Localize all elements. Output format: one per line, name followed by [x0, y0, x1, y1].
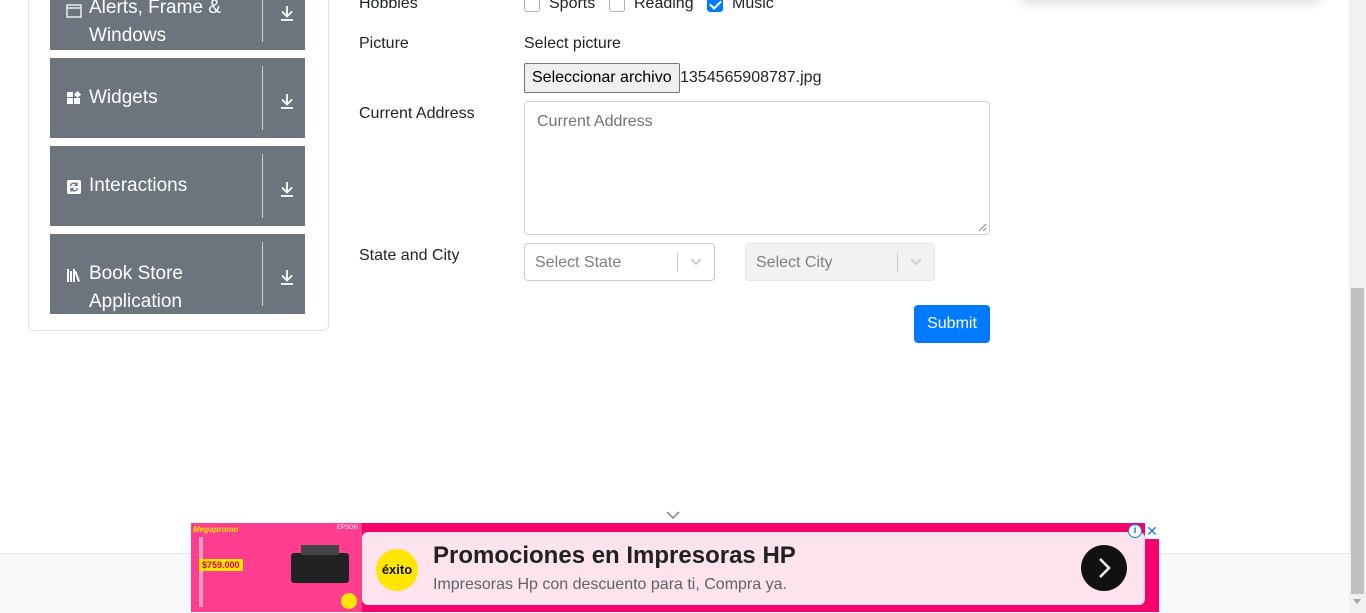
interactions-icon [67, 180, 81, 194]
hobby-music-checkbox[interactable]: Music [707, 0, 774, 14]
choose-file-button[interactable]: Seleccionar archivo [524, 63, 680, 93]
ad-go-button[interactable] [1081, 545, 1127, 591]
selected-file-name: 1354565908787.jpg [680, 69, 822, 86]
select-separator [897, 252, 898, 272]
chevron-down-icon[interactable] [689, 254, 703, 268]
scrollbar-thumb[interactable] [1351, 288, 1364, 594]
sidebar-group-label: Book Store Application [89, 263, 183, 312]
download-icon[interactable] [277, 91, 297, 111]
hobby-sports-checkbox[interactable]: Sports [524, 0, 595, 14]
state-select[interactable]: Select State [524, 243, 715, 281]
checkbox-label: Reading [634, 0, 694, 12]
checkbox-box[interactable] [524, 0, 540, 12]
submit-button[interactable]: Submit [914, 305, 990, 343]
ad-title[interactable]: Promociones en Impresoras HP [433, 542, 796, 570]
sidebar-group-label: Alerts, Frame & Windows [89, 0, 221, 46]
chevron-down-icon[interactable] [666, 510, 680, 520]
checkbox-box[interactable] [609, 0, 625, 12]
ad-image-stripe [199, 537, 203, 607]
ad-image-epson: EPSON [337, 525, 359, 531]
window-icon [66, 4, 82, 18]
chevron-right-icon [1099, 558, 1111, 578]
state-placeholder: Select State [535, 254, 622, 271]
select-separator [677, 252, 678, 272]
current-address-textarea[interactable]: Current Address [524, 101, 990, 235]
checkbox-box-checked[interactable] [707, 0, 723, 12]
sidebar-group-label: Widgets [89, 87, 158, 108]
ad-banner[interactable]: Megapromo EPSON $759.000 éxito Promocion… [191, 523, 1159, 612]
textarea-placeholder: Current Address [537, 113, 653, 130]
divider [262, 154, 263, 218]
ad-card[interactable]: éxito Promociones en Impresoras HP Impre… [362, 532, 1145, 605]
hobby-reading-checkbox[interactable]: Reading [609, 0, 694, 14]
checkbox-label: Sports [549, 0, 596, 12]
select-picture-text: Select picture [524, 35, 621, 52]
current-address-label: Current Address [359, 105, 475, 122]
state-city-label: State and City [359, 247, 460, 264]
sidebar-group-alerts[interactable]: Alerts, Frame & Windows [50, 0, 305, 50]
picture-label: Picture [359, 35, 409, 52]
book-store-icon [67, 269, 80, 282]
resize-handle-icon[interactable] [978, 223, 987, 232]
sidebar-group-interactions[interactable]: Interactions [50, 146, 305, 226]
ad-image-price: $759.000 [199, 559, 243, 571]
download-icon[interactable] [277, 179, 297, 199]
ad-image-brand: Megapromo [193, 525, 239, 534]
widgets-icon [67, 91, 82, 104]
sidebar-group-label: Interactions [89, 175, 188, 196]
ad-image-badge [341, 593, 357, 609]
sidebar-group-widgets[interactable]: Widgets [50, 58, 305, 138]
ad-close-icon[interactable]: ✕ [1145, 523, 1159, 539]
ad-image[interactable]: Megapromo EPSON $759.000 [191, 523, 362, 612]
divider [262, 66, 263, 130]
divider [262, 0, 263, 42]
download-icon[interactable] [277, 3, 297, 23]
city-placeholder: Select City [756, 254, 833, 271]
vertical-scrollbar[interactable] [1349, 0, 1366, 613]
sidebar-group-book-store[interactable]: Book Store Application [50, 234, 305, 314]
printer-icon [291, 553, 349, 583]
scroll-down-arrow-icon[interactable] [1353, 599, 1361, 604]
city-select[interactable]: Select City [745, 243, 935, 281]
ad-description: Impresoras Hp con descuento para ti, Com… [433, 576, 787, 593]
ad-logo: éxito [376, 549, 418, 591]
checkbox-label: Music [732, 0, 774, 12]
hobbies-label: Hobbies [359, 0, 418, 12]
download-icon[interactable] [277, 267, 297, 287]
page: Alerts, Frame & Windows Widgets Interact… [0, 0, 1366, 613]
divider [262, 242, 263, 306]
ad-info-icon[interactable]: i [1128, 524, 1142, 538]
printer-top [301, 545, 339, 555]
chevron-down-icon[interactable] [909, 254, 923, 268]
